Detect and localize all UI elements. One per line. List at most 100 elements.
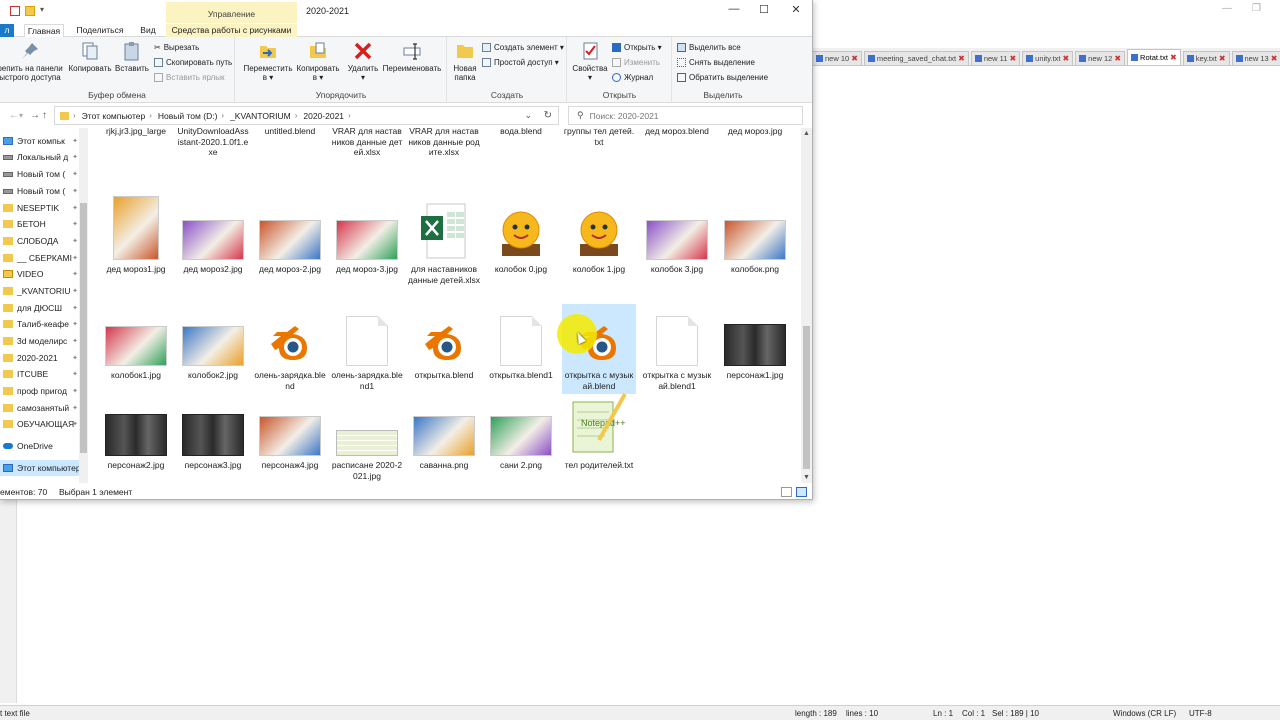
pin-icon[interactable]: ✦ <box>72 370 78 378</box>
new-item-button[interactable]: Создать элемент ▾ <box>482 43 564 52</box>
nav-item[interactable]: 3d моделирс ✦ <box>0 333 78 349</box>
nav-item[interactable]: СЛОБОДА ✦ <box>0 233 78 249</box>
pin-icon[interactable]: ✦ <box>72 187 78 195</box>
file-item[interactable]: VRAR для наставников данные родите.xlsx <box>407 128 481 180</box>
nav-item[interactable]: Этот компьк ✦ <box>0 133 78 149</box>
file-item[interactable]: дед мороз2.jpg <box>176 198 250 302</box>
qat-dropdown-icon[interactable]: ▾ <box>40 5 44 14</box>
nav-item[interactable]: проф пригод ✦ <box>0 383 78 399</box>
nav-item[interactable]: OneDrive <box>0 438 78 454</box>
nav-item[interactable]: VIDEO ✦ <box>0 266 78 282</box>
paste-shortcut-button[interactable]: Вставить ярлык <box>154 73 225 82</box>
invert-selection-button[interactable]: Обратить выделение <box>677 73 768 82</box>
file-item[interactable]: персонаж4.jpg <box>253 394 327 483</box>
tab-home[interactable]: Главная <box>24 24 64 37</box>
nav-item[interactable]: Локальный д ✦ <box>0 149 78 165</box>
refresh-icon[interactable]: ↻ <box>544 110 552 121</box>
file-list-scroll-thumb[interactable] <box>803 326 810 469</box>
file-item[interactable]: VRAR для наставников данные детей.xlsx <box>330 128 404 180</box>
file-item[interactable]: колобок 3.jpg <box>640 198 714 302</box>
pin-icon[interactable]: ✦ <box>72 254 78 262</box>
recent-dropdown-icon[interactable]: ▾ <box>19 111 23 120</box>
maximize-button[interactable]: ☐ <box>749 3 779 19</box>
pin-icon[interactable]: ✦ <box>72 354 78 362</box>
file-item[interactable]: персонаж2.jpg <box>99 394 173 483</box>
file-item[interactable]: открытка с музыкай.blend1 <box>640 304 714 394</box>
pin-icon[interactable]: ✦ <box>72 337 78 345</box>
nav-item[interactable]: ОБУЧАЮЩАЯ ✦ <box>0 416 78 432</box>
file-item[interactable]: открытка.blend <box>407 304 481 394</box>
paste-button[interactable]: Вставить <box>114 41 150 73</box>
nav-item[interactable]: Новый том (✦ <box>0 183 78 199</box>
file-list-scrollbar[interactable]: ▲ ▼ <box>801 128 812 483</box>
file-item[interactable]: rjkj,jr3.jpg_large <box>99 128 173 180</box>
nav-item[interactable]: БЕТОН ✦ <box>0 216 78 232</box>
nav-item[interactable]: 2020-2021 ✦ <box>0 350 78 366</box>
address-dropdown-icon[interactable]: ⌄ <box>524 110 532 121</box>
pin-icon[interactable]: ✦ <box>72 153 78 161</box>
nav-scroll-thumb[interactable] <box>80 203 87 453</box>
file-item[interactable]: олень-зарядка.blend <box>253 304 327 394</box>
pin-icon[interactable]: ✦ <box>72 137 78 145</box>
nav-item[interactable]: NESEPTIK ✦ <box>0 200 78 216</box>
close-tab-icon[interactable]: ✖ <box>1114 54 1121 63</box>
nav-item[interactable]: Талиб-кеафе ✦ <box>0 316 78 332</box>
file-item[interactable]: расписане 2020-2021.jpg <box>330 394 404 483</box>
notepad-tab[interactable]: unity.txt ✖ <box>1022 51 1074 65</box>
file-item[interactable]: олень-зарядка.blend1 <box>330 304 404 394</box>
pin-icon[interactable]: ✦ <box>72 420 78 428</box>
notepad-tab[interactable]: key.txt ✖ <box>1182 51 1230 65</box>
close-tab-icon[interactable]: ✖ <box>958 54 965 63</box>
properties-button[interactable]: Свойства ▾ <box>570 41 610 82</box>
select-all-button[interactable]: Выделить все <box>677 43 741 52</box>
file-item[interactable]: колобок 0.jpg <box>484 198 558 302</box>
file-item[interactable]: UnityDownloadAssistant-2020.1.0f1.exe <box>176 128 250 180</box>
file-item[interactable]: дед мороз1.jpg <box>99 196 173 302</box>
file-item[interactable]: дед мороз.jpg <box>718 128 792 180</box>
move-to-button[interactable]: Переместить в ▾ <box>242 41 294 82</box>
details-view-icon[interactable] <box>781 487 792 497</box>
file-item[interactable]: вода.blend <box>484 128 558 180</box>
forward-icon[interactable]: → <box>30 110 40 121</box>
notepad-tab[interactable]: new 10 ✖ <box>812 51 862 65</box>
notepad-tab[interactable]: Rotat.txt ✖ <box>1127 49 1181 65</box>
file-item[interactable]: колобок 1.jpg <box>562 198 636 302</box>
delete-button[interactable]: Удалить ▾ <box>344 41 382 82</box>
tab-share[interactable]: Поделиться <box>74 24 126 37</box>
breadcrumb-this-pc[interactable]: Этот компьютер <box>82 111 146 121</box>
scroll-up-icon[interactable]: ▲ <box>803 130 810 137</box>
breadcrumb-current[interactable]: 2020-2021 <box>303 111 344 121</box>
breadcrumb-drive[interactable]: Новый том (D:) <box>158 111 218 121</box>
pin-icon[interactable]: ✦ <box>72 220 78 228</box>
notepad-tab[interactable]: new 12 ✖ <box>1075 51 1126 65</box>
close-tab-icon[interactable]: ✖ <box>1170 53 1177 62</box>
notepad-restore-icon[interactable]: ❐ <box>1252 3 1261 14</box>
nav-item[interactable]: __ СБЕРКАМІ ✦ <box>0 250 78 266</box>
pin-icon[interactable]: ✦ <box>72 204 78 212</box>
file-item[interactable]: открытка.blend1 <box>484 304 558 394</box>
rename-button[interactable]: Переименовать <box>380 41 444 73</box>
notepad-tab[interactable]: new 11 ✖ <box>970 51 1021 65</box>
file-item[interactable]: для наставников данные детей.xlsx <box>407 198 481 302</box>
nav-item[interactable]: ITCUBE ✦ <box>0 366 78 382</box>
cut-button[interactable]: ✂ Вырезать <box>154 43 199 52</box>
close-tab-icon[interactable]: ✖ <box>851 54 858 63</box>
search-input[interactable]: ⚲ Поиск: 2020-2021 <box>568 106 803 125</box>
back-icon[interactable]: ← <box>9 110 19 121</box>
scroll-down-icon[interactable]: ▼ <box>803 474 810 481</box>
minimize-button[interactable]: — <box>719 3 749 19</box>
file-item[interactable]: саванна.png <box>407 394 481 483</box>
new-folder-qat-icon[interactable] <box>25 6 35 16</box>
file-item[interactable]: untitled.blend <box>253 128 327 180</box>
file-item[interactable]: сани 2.png <box>484 394 558 483</box>
copy-button[interactable]: Копировать <box>68 41 112 73</box>
notepad-tab[interactable]: new 13 ✖ <box>1231 51 1280 65</box>
nav-item[interactable]: Новый том (✦ <box>0 166 78 182</box>
close-tab-icon[interactable]: ✖ <box>1219 54 1226 63</box>
file-item[interactable]: группы тел детей.txt <box>562 128 636 180</box>
nav-pane-scrollbar[interactable] <box>79 128 88 483</box>
file-item[interactable]: персонаж1.jpg <box>718 304 792 394</box>
pin-icon[interactable]: ✦ <box>72 387 78 395</box>
close-tab-icon[interactable]: ✖ <box>1271 54 1278 63</box>
large-icons-view-icon[interactable] <box>796 487 807 497</box>
